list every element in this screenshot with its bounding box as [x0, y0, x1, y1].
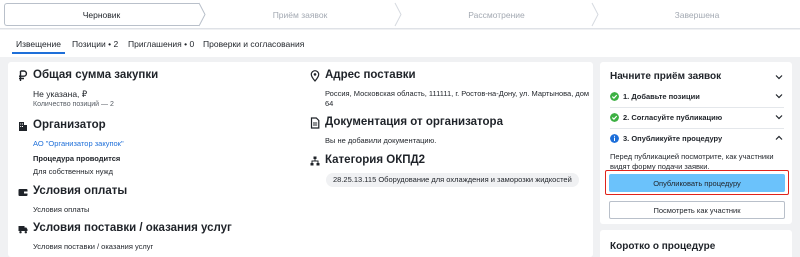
panel-step-add-positions[interactable]: 1. Добавьте позиции — [610, 87, 784, 107]
delivery-terms-title: Условия поставки / оказания услуг — [33, 222, 232, 234]
tab-checks[interactable]: Проверки и согласования — [203, 30, 304, 57]
okpd2-chip: 28.25.13.115 Оборудование для охлаждения… — [326, 173, 579, 187]
payment-terms-title: Условия оплаты — [33, 185, 128, 197]
procedure-conducted-value: Для собственных нужд — [33, 167, 113, 176]
procedure-summary-panel: Коротко о процедуре — [600, 230, 792, 257]
panel-step-label: 2. Согласуйте публикацию — [623, 113, 723, 122]
truck-icon — [18, 226, 28, 234]
info-circle-icon — [610, 134, 619, 143]
organizer-title: Организатор — [33, 119, 106, 131]
check-circle-icon — [610, 113, 619, 122]
document-icon — [310, 117, 320, 129]
chevron-up-icon — [775, 135, 783, 140]
okpd2-title: Категория ОКПД2 — [325, 154, 426, 166]
payment-terms-value: Условия оплаты — [33, 205, 90, 214]
documentation-value: Вы не добавили документацию. — [325, 136, 437, 145]
delivery-terms-value: Условия поставки / оказания услуг — [33, 242, 154, 251]
total-sum-title: Общая сумма закупки — [33, 69, 159, 81]
procedure-conducted-label: Процедура проводится — [33, 154, 121, 163]
total-sum-value: Не указана, ₽ — [33, 89, 88, 99]
delivery-address-line1: Россия, Московская область, 111111, г. Р… — [325, 89, 590, 98]
procedure-details-card: Общая сумма закупки Не указана, ₽ Количе… — [8, 62, 593, 257]
panel-step-label: 3. Опубликуйте процедуру — [623, 134, 723, 143]
step-accepting-bids: Приём заявок — [272, 9, 328, 20]
delivery-address-title: Адрес поставки — [325, 69, 416, 81]
step-review: Рассмотрение — [468, 9, 525, 20]
ruble-icon — [19, 70, 28, 81]
tab-notice[interactable]: Извещение — [12, 30, 65, 57]
panel-step-label: 1. Добавьте позиции — [623, 92, 700, 101]
tab-bar: Извещение Позиции • 2 Приглашения • 0 Пр… — [0, 30, 800, 57]
building-icon — [19, 122, 27, 131]
preview-as-participant-button[interactable]: Посмотреть как участник — [609, 201, 785, 219]
positions-count: Количество позиций — 2 — [33, 101, 114, 108]
delivery-address-line2: 64 — [325, 99, 334, 108]
location-pin-icon — [310, 70, 320, 82]
step-draft: Черновик — [82, 9, 121, 20]
chevron-down-icon[interactable] — [774, 72, 784, 82]
procedure-summary-title: Коротко о процедуре — [610, 241, 716, 252]
chevron-down-icon — [775, 94, 783, 99]
tab-positions[interactable]: Позиции • 2 — [72, 30, 118, 57]
start-bids-title: Начните приём заявок — [610, 71, 722, 82]
procedure-stepper: Черновик Приём заявок Рассмотрение Завер… — [0, 0, 800, 29]
panel-step-publish-procedure[interactable]: 3. Опубликуйте процедуру — [610, 129, 784, 149]
wallet-icon — [18, 189, 28, 196]
tab-invitations[interactable]: Приглашения • 0 — [128, 30, 194, 57]
publish-procedure-button[interactable]: Опубликовать процедуру — [609, 174, 785, 192]
check-circle-icon — [610, 92, 619, 101]
chevron-down-icon — [775, 115, 783, 120]
panel-step-approve-publication[interactable]: 2. Согласуйте публикацию — [610, 108, 784, 128]
publish-description: Перед публикацией посмотрите, как участн… — [610, 152, 774, 171]
start-bids-panel: Начните приём заявок 1. Добавьте позиции… — [600, 62, 792, 224]
documentation-title: Документация от организатора — [325, 116, 503, 128]
organizer-link[interactable]: АО "Организатор закупок" — [33, 139, 124, 148]
hierarchy-icon — [310, 156, 320, 166]
step-completed: Завершена — [674, 9, 720, 20]
